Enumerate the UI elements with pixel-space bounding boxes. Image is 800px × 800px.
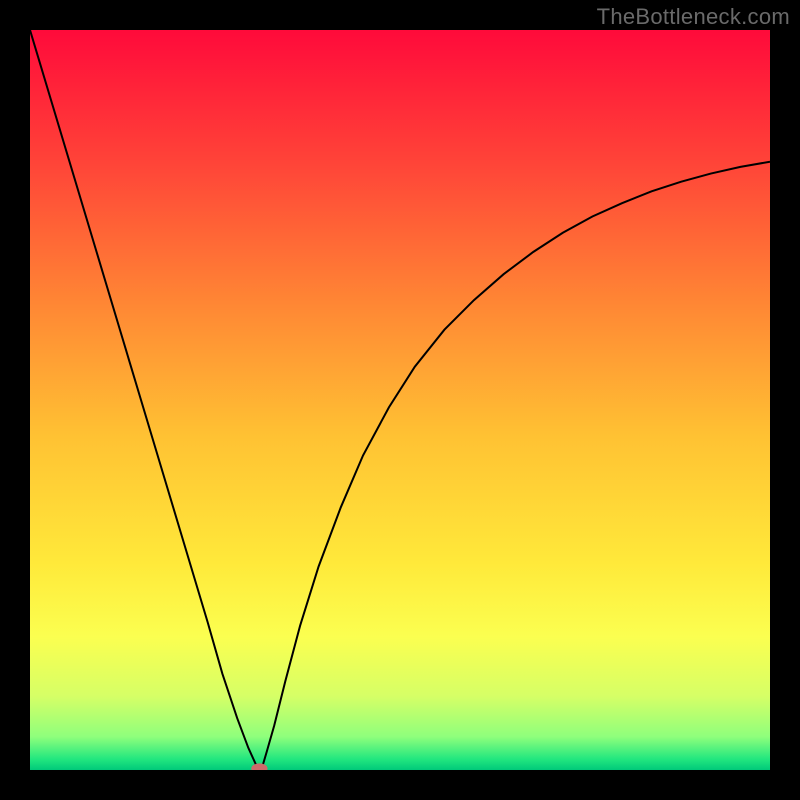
chart-container: { "watermark": "TheBottleneck.com", "cha… xyxy=(0,0,800,800)
watermark-text: TheBottleneck.com xyxy=(597,4,790,30)
chart-plot xyxy=(30,30,770,770)
